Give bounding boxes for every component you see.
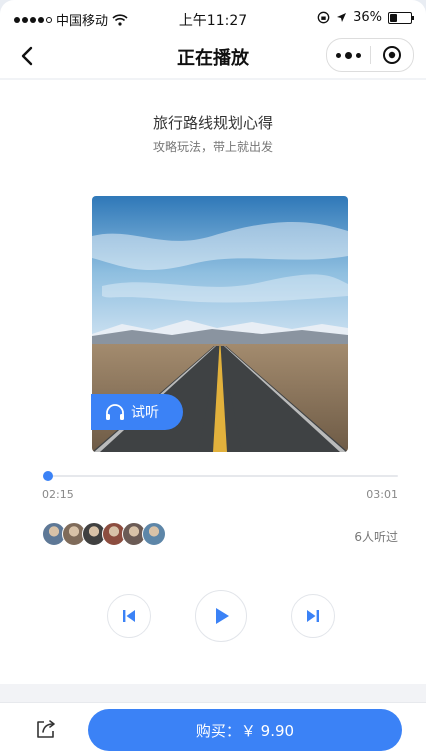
progress-slider[interactable] [43,471,398,481]
skip-next-icon [307,610,319,622]
more-button[interactable] [327,39,370,71]
next-track-button[interactable] [291,594,335,638]
skip-previous-icon [123,610,135,622]
status-bar: 中国移动 上午11:27 36% [0,0,426,34]
battery-percent: 36% [353,10,382,25]
status-right: 36% [317,10,414,25]
footer-divider [0,684,426,702]
preview-listen-label: 试听 [131,405,159,421]
location-icon [337,13,347,22]
buy-button[interactable]: 购买：￥ 9.90 [88,709,402,751]
listener-avatar [142,522,166,546]
bottom-bar: 购买：￥ 9.90 [0,702,426,755]
previous-track-button[interactable] [107,594,151,638]
listener-avatars [42,522,166,546]
play-icon [216,608,229,624]
play-button[interactable] [195,590,247,642]
progress-track [48,475,398,477]
battery-icon [388,11,414,24]
track-title: 旅行路线规划心得 [152,114,273,132]
nav-divider [0,78,426,80]
nav-bar: 正在播放 [0,34,426,78]
phone-screen: 中国移动 上午11:27 36% 正在播放 旅行路线规划心得 攻略玩法，带上就出… [0,0,426,755]
listen-count: 6人听过 [354,530,398,544]
total-time: 03:01 [366,488,398,501]
orientation-lock-icon [317,11,330,24]
more-dots-icon [334,51,363,59]
share-icon[interactable] [34,717,58,741]
track-subtitle: 攻略玩法，带上就出发 [152,140,273,154]
preview-listen-badge[interactable]: 试听 [91,394,183,430]
target-circle-icon [382,46,401,64]
close-mini-program-button[interactable] [371,39,414,71]
elapsed-time: 02:15 [42,488,74,501]
mini-program-capsule [326,38,414,72]
progress-knob[interactable] [43,471,53,481]
headphones-icon [106,404,124,420]
